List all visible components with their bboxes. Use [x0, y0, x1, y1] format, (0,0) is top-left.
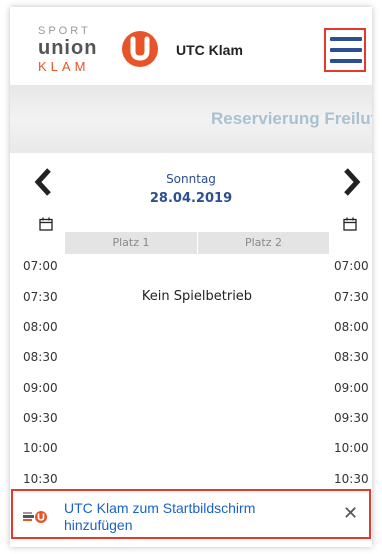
time-label-right: 08:00 — [334, 320, 369, 334]
time-label-right: 10:30 — [334, 472, 369, 486]
time-label-left: 08:00 — [23, 320, 58, 334]
court-header-platz-1: Platz 1 — [112, 236, 150, 249]
time-label-right: 09:30 — [334, 411, 369, 425]
time-label-left: 09:00 — [23, 381, 58, 395]
union-u-logo-icon — [122, 31, 158, 67]
time-label-left: 08:30 — [23, 350, 58, 364]
hamburger-line — [330, 48, 362, 52]
add-to-home-link[interactable]: UTC Klam zum Startbildschirm hinzufügen — [64, 500, 314, 534]
time-label-right: 07:30 — [334, 290, 369, 304]
add-to-home-banner[interactable]: UTC Klam zum Startbildschirm hinzufügen … — [11, 489, 371, 539]
calendar-icon[interactable] — [343, 217, 357, 231]
time-label-left: 10:30 — [23, 472, 58, 486]
time-label-left: 10:00 — [23, 441, 58, 455]
court-header-platz-2: Platz 2 — [244, 236, 282, 249]
app-frame: SPORT union KLAM UTC Klam Reservierung F… — [10, 7, 372, 547]
close-icon[interactable]: ✕ — [343, 505, 358, 523]
time-label-right: 07:00 — [334, 259, 369, 273]
club-name: UTC Klam — [176, 42, 243, 58]
logo-text-sport: SPORT — [38, 25, 91, 37]
time-label-right: 09:00 — [334, 381, 369, 395]
time-label-right: 08:30 — [334, 350, 369, 364]
hamburger-line — [330, 59, 362, 63]
status-message: Kein Spielbetrieb — [141, 289, 253, 304]
time-label-left: 07:00 — [23, 259, 58, 273]
logo-text-union: union — [38, 37, 98, 59]
logo-text-klam: KLAM — [38, 59, 90, 74]
time-label-left: 07:30 — [23, 290, 58, 304]
time-label-right: 10:00 — [334, 441, 369, 455]
hamburger-menu-button[interactable] — [324, 28, 366, 72]
court-header: Platz 1 Platz 2 — [65, 232, 329, 254]
time-label-left: 09:30 — [23, 411, 58, 425]
hamburger-menu-icon — [330, 37, 362, 41]
page-title: Reservierung Freiluft — [211, 109, 372, 128]
date-weekday: Sonntag — [166, 172, 216, 186]
header: SPORT union KLAM UTC Klam — [10, 7, 372, 85]
club-mini-logo-icon — [23, 511, 47, 523]
page-banner: Reservierung Freiluft — [10, 85, 372, 153]
club-logo[interactable]: SPORT union KLAM — [38, 25, 158, 74]
calendar-icon[interactable] — [39, 217, 53, 231]
date-value[interactable]: 28.04.2019 — [0, 191, 382, 206]
